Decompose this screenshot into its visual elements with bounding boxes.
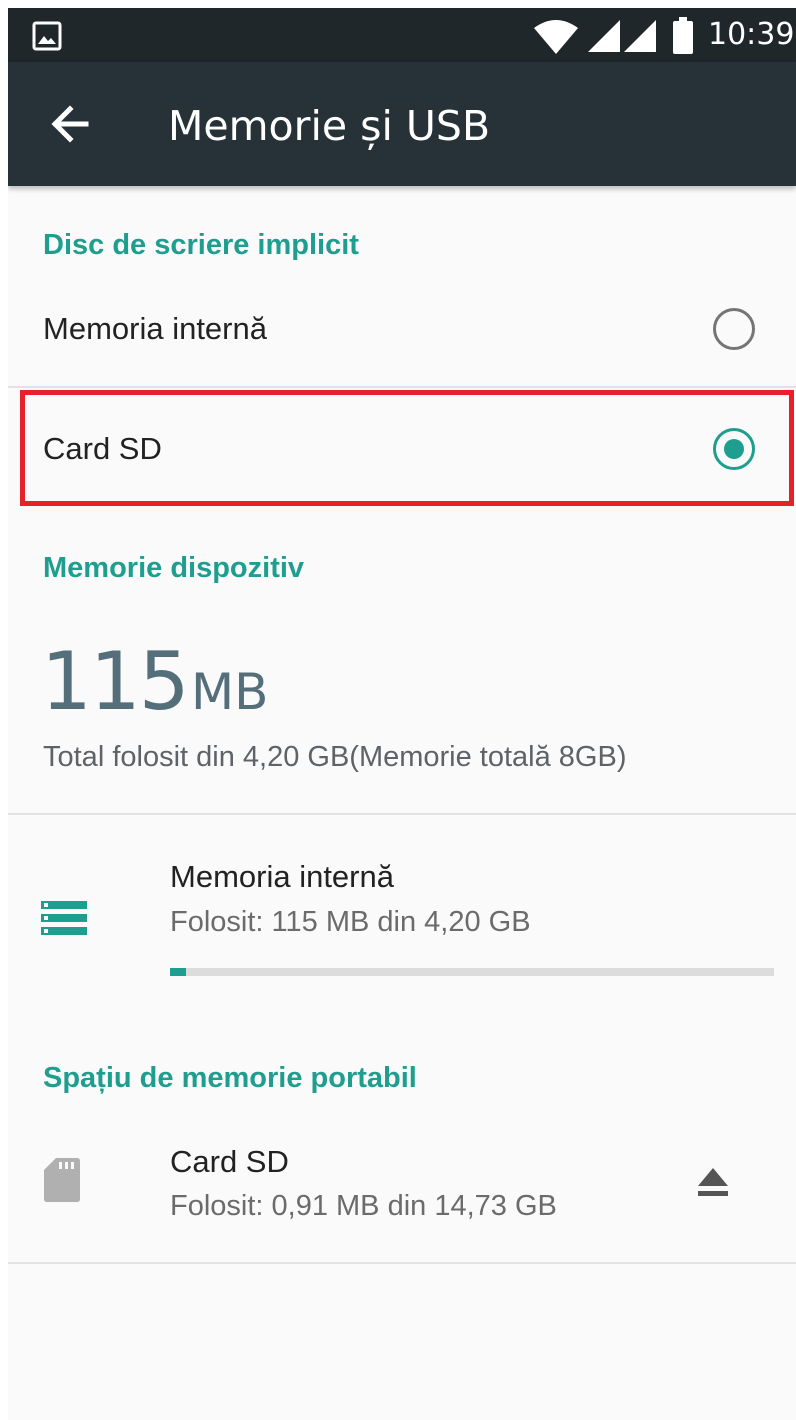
page-title: Memorie și USB bbox=[168, 102, 491, 150]
storage-used-value: 115 bbox=[41, 635, 190, 728]
eject-icon[interactable] bbox=[688, 1160, 738, 1204]
arrow-back-icon[interactable] bbox=[44, 100, 100, 148]
sd-card-title: Card SD bbox=[170, 1144, 289, 1179]
storage-item-subtitle: Folosit: 115 MB din 4,20 GB bbox=[170, 906, 531, 938]
storage-icon bbox=[41, 901, 87, 935]
screen: 10:39 Memorie și USB Disc de scriere imp… bbox=[8, 8, 796, 1420]
divider bbox=[8, 386, 796, 388]
signal-icon bbox=[588, 20, 620, 52]
signal-icon bbox=[624, 20, 656, 52]
option-label: Memoria internă bbox=[43, 311, 267, 346]
gallery-notification-icon bbox=[32, 21, 62, 51]
status-time: 10:39 bbox=[708, 17, 795, 52]
storage-progress-fill bbox=[170, 968, 187, 976]
app-toolbar: Memorie și USB bbox=[8, 62, 796, 186]
divider bbox=[8, 1262, 796, 1264]
section-header-device-storage: Memorie dispozitiv bbox=[43, 552, 305, 584]
radio-button-unchecked[interactable] bbox=[713, 308, 755, 350]
divider bbox=[8, 813, 796, 815]
section-header-default-disk: Disc de scriere implicit bbox=[43, 229, 359, 261]
storage-item-title: Memoria internă bbox=[170, 859, 394, 894]
sd-card-icon bbox=[44, 1158, 80, 1202]
storage-summary: Total folosit din 4,20 GB(Memorie totală… bbox=[43, 741, 627, 773]
status-bar: 10:39 bbox=[8, 8, 796, 62]
sd-card-subtitle: Folosit: 0,91 MB din 14,73 GB bbox=[170, 1190, 557, 1222]
storage-used-unit: MB bbox=[191, 663, 269, 721]
highlight-annotation-box bbox=[20, 390, 794, 506]
section-header-portable-storage: Spațiu de memorie portabil bbox=[43, 1062, 417, 1094]
storage-progress-bar bbox=[170, 968, 774, 976]
battery-icon bbox=[673, 17, 693, 54]
wifi-icon bbox=[534, 20, 578, 54]
